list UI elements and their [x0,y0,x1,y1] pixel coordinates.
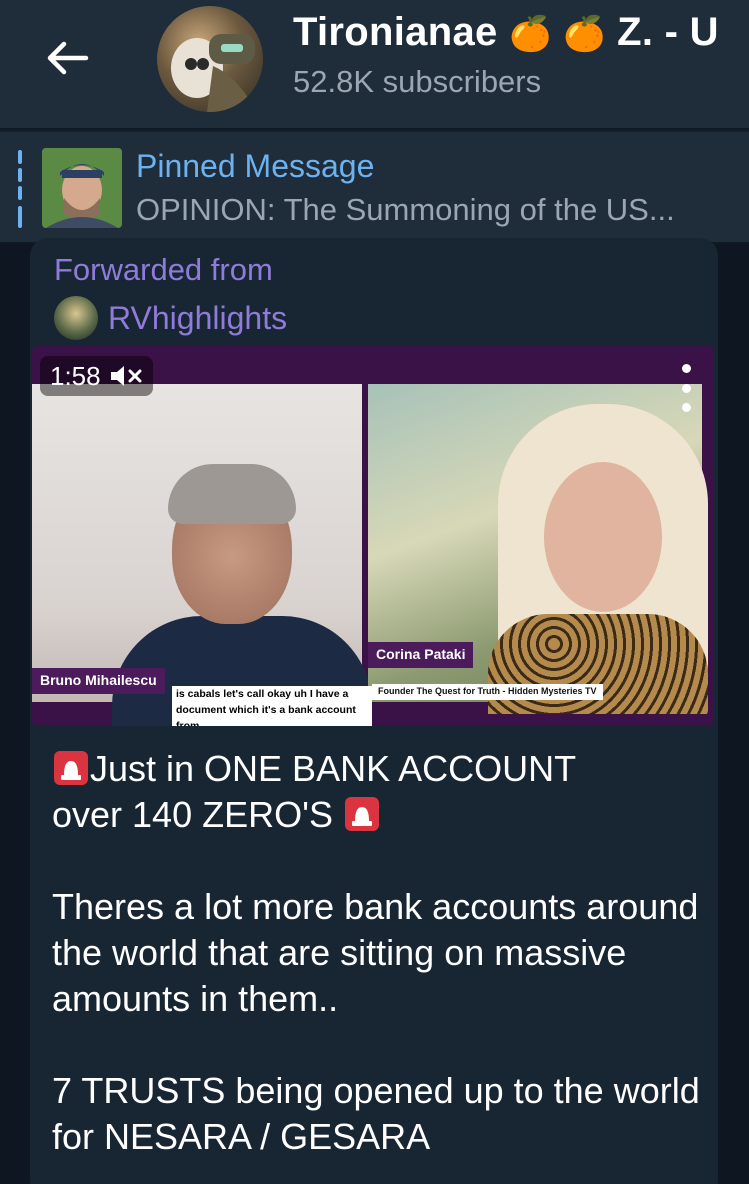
pinned-preview-text: OPINION: The Summoning of the US... [136,192,675,227]
back-button[interactable] [40,34,96,82]
message-paragraph-2: Theres a lot more bank accounts around t… [52,886,699,1019]
siren-emoji-icon [345,797,380,831]
message-line-2: over 140 ZERO'S [52,792,702,838]
message-line-1: Just in ONE BANK ACCOUNT [52,746,702,792]
message-paragraph-3: 7 TRUSTS being opened up to the world fo… [52,1070,700,1157]
video-player[interactable]: Bruno Mihailescu Corina Pataki Founder T… [32,346,714,726]
video-caption: is cabals let's call okay uh I have a do… [172,686,372,726]
speaker-right-face [544,462,662,612]
pinned-label: Pinned Message [136,148,375,184]
pin-position-indicator [18,150,22,228]
forwarded-source[interactable]: RVhighlights [54,296,287,340]
forwarded-source-avatar [54,296,98,340]
orange-emoji-icon: 🍊 [563,15,606,53]
siren-emoji-icon [54,751,88,785]
pinned-thumbnail [42,148,122,228]
speaker-left-hair [168,464,296,524]
video-duration: 1:58 [50,360,101,391]
speaker-left-name-tag: Bruno Mihailescu [32,668,165,694]
message-text: Just in ONE BANK ACCOUNT over 140 ZERO'S… [52,746,702,1184]
more-vertical-icon[interactable] [672,364,700,412]
pinned-message-bar[interactable]: Pinned Message OPINION: The Summoning of… [0,130,749,242]
forwarded-label: Forwarded from [54,252,273,287]
subscriber-count: 52.8K subscribers [293,64,542,99]
channel-name: Tironianae [293,10,498,54]
message-line-1-text: Just in ONE BANK ACCOUNT [90,748,577,789]
channel-name-suffix: Z. - U [617,10,719,54]
video-duration-badge[interactable]: 1:58 [40,356,153,396]
speaker-right-subtitle: Founder The Quest for Truth - Hidden Mys… [372,684,603,700]
muted-speaker-icon [110,366,142,386]
channel-avatar[interactable] [157,6,263,112]
orange-emoji-icon: 🍊 [508,15,552,53]
video-left-panel [32,384,372,726]
speaker-right-name-tag: Corina Pataki [368,642,474,668]
channel-title[interactable]: Tironianae 🍊 🍊 Z. - U [293,10,719,55]
channel-header: Tironianae 🍊 🍊 Z. - U 52.8K subscribers [0,0,749,128]
arrow-left-icon [47,41,89,75]
message-line-2-text: over 140 ZERO'S [52,794,333,835]
forwarded-source-name: RVhighlights [108,299,288,336]
